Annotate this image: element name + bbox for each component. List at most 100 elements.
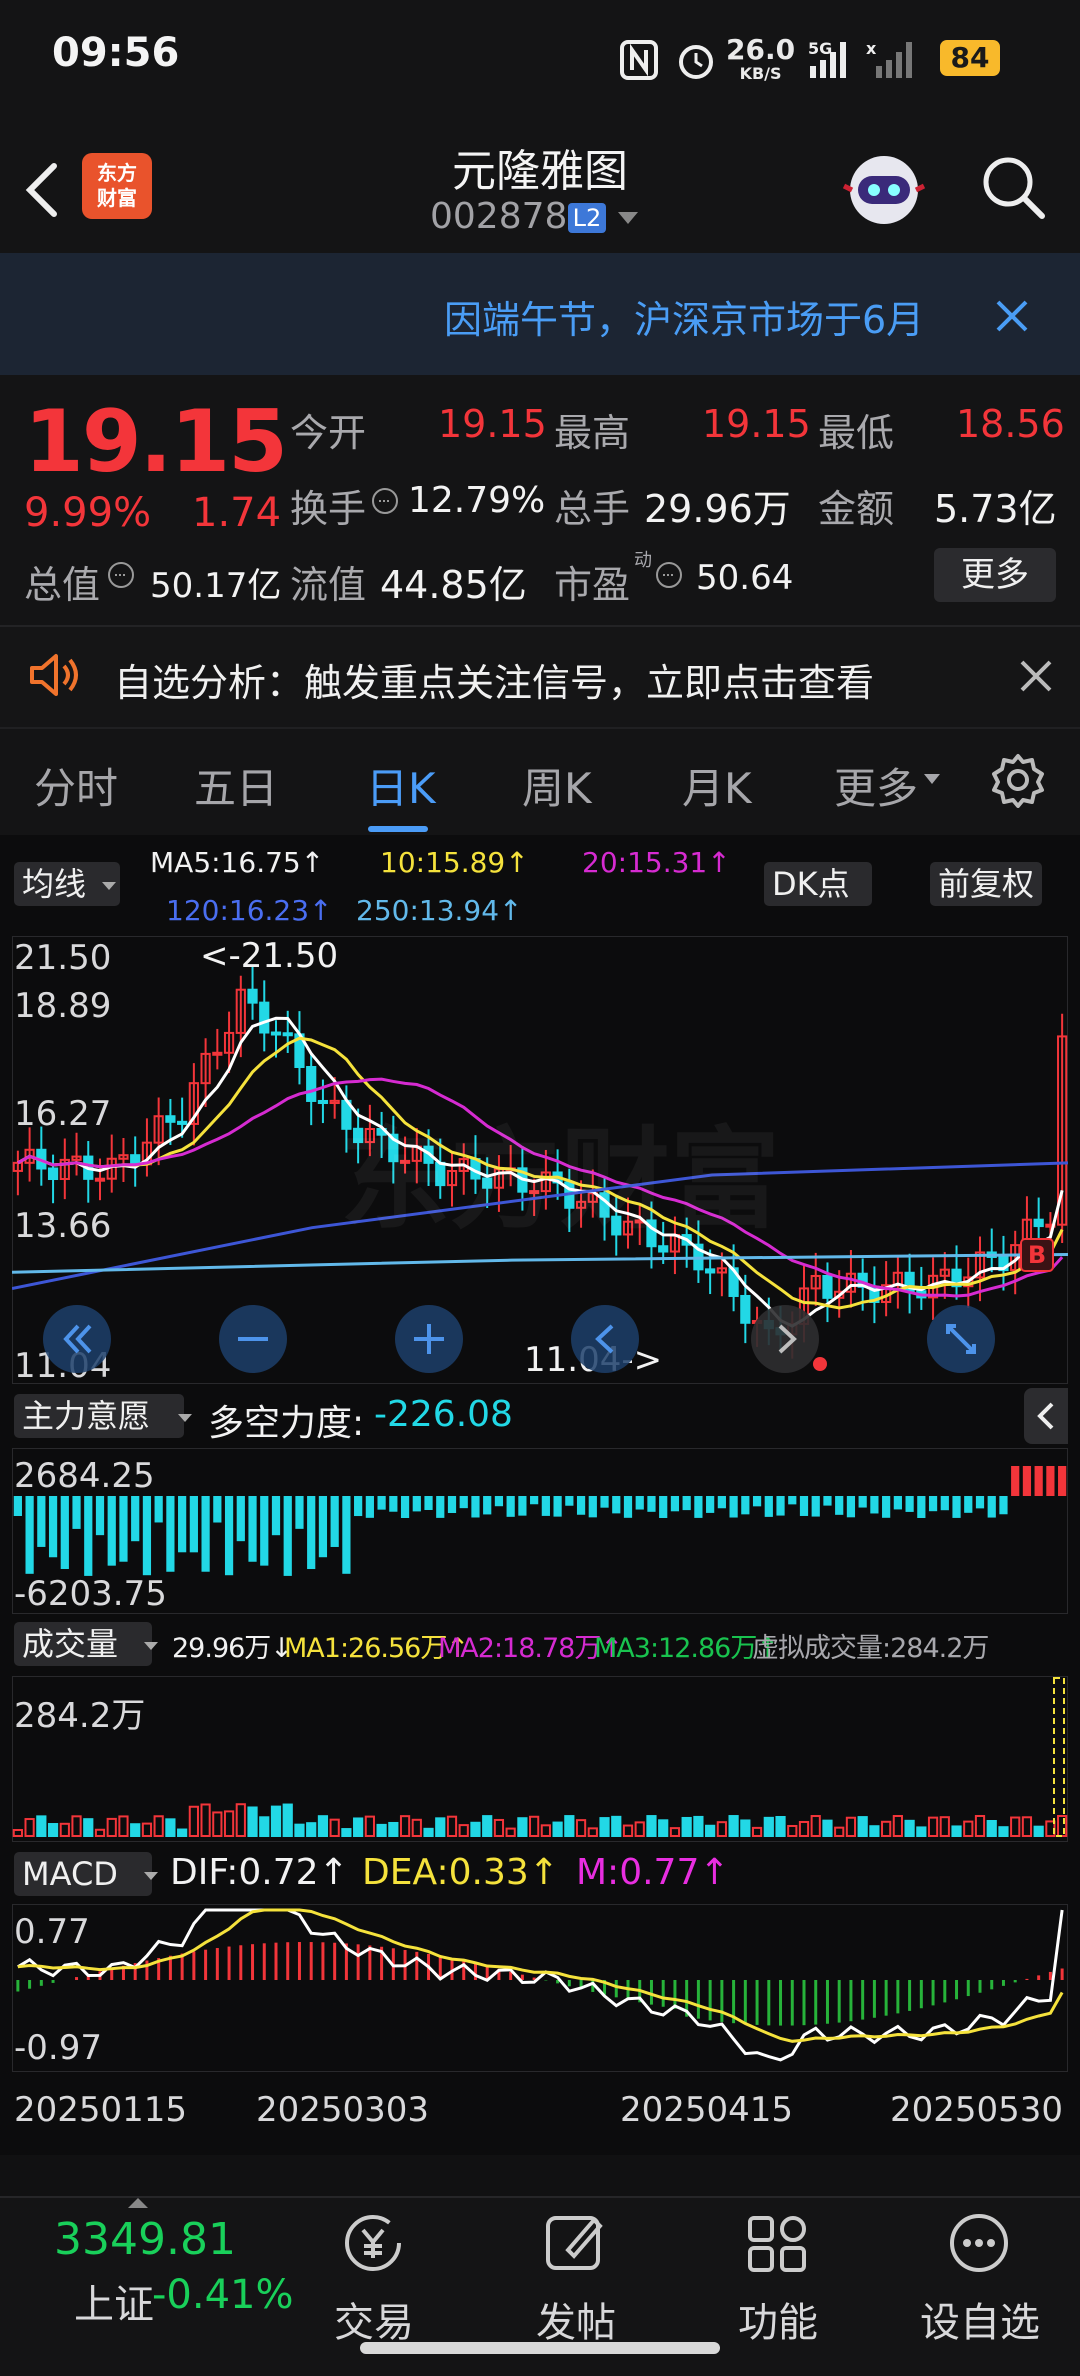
home-indicator [360, 2342, 720, 2354]
l2-badge[interactable]: L2 [568, 203, 606, 233]
scroll-left-fast-icon[interactable] [42, 1304, 112, 1374]
amount-label: 金额 [818, 487, 895, 531]
force-bar [236, 1496, 245, 1542]
force-bar [224, 1496, 234, 1576]
volume-bar [951, 1825, 962, 1837]
settings-gear-icon[interactable] [990, 752, 1046, 808]
volume-selector-button[interactable]: 成交量 [14, 1622, 153, 1666]
volume-chart[interactable] [12, 1676, 1068, 1842]
ma-selector-label: 均线 [22, 865, 87, 903]
nav-functions[interactable]: 功能 [708, 2290, 848, 2348]
macd-dropdown-icon[interactable] [142, 1870, 160, 1882]
nav-post[interactable]: 发帖 [506, 2290, 646, 2348]
close-notice-icon[interactable] [992, 296, 1032, 336]
force-dropdown-icon[interactable] [176, 1412, 194, 1424]
volume-bar [83, 1818, 94, 1837]
volume-bar [306, 1822, 317, 1837]
notice-text[interactable]: 因端午节，沪深京市场于6月 [444, 289, 964, 344]
close-signal-icon[interactable] [1018, 658, 1054, 694]
fullscreen-icon[interactable] [926, 1304, 996, 1374]
adjust-button[interactable]: 前复权 [930, 862, 1043, 906]
force-bar [13, 1496, 22, 1516]
volume-label: 总手 [554, 487, 631, 531]
force-bar [142, 1496, 152, 1576]
float-value: 44.85亿 [380, 563, 527, 607]
force-bar [459, 1496, 468, 1509]
info-icon[interactable] [106, 560, 136, 590]
stock-code[interactable]: 002878 [430, 196, 567, 237]
force-bar [776, 1496, 785, 1516]
open-label: 今开 [290, 411, 367, 455]
volume-bar [892, 1815, 903, 1838]
scroll-left-icon[interactable] [570, 1304, 640, 1374]
volume-bar [916, 1826, 927, 1838]
ma-dropdown-icon[interactable] [100, 880, 118, 892]
macd-selector-button[interactable]: MACD [14, 1852, 152, 1896]
functions-grid-icon[interactable] [742, 2208, 812, 2278]
force-bar [389, 1496, 398, 1512]
high-marker: <-21.50 [200, 936, 339, 976]
volume-bar [881, 1820, 892, 1837]
volume-bar [165, 1818, 176, 1837]
volume-max-label: 284.2万 [14, 1696, 146, 1736]
info-icon[interactable] [370, 486, 400, 516]
zoom-in-icon[interactable] [394, 1304, 464, 1374]
chevron-left-icon[interactable] [1032, 1400, 1060, 1432]
volume-bar [341, 1828, 352, 1837]
volume-bar [212, 1811, 223, 1837]
search-icon[interactable] [978, 152, 1048, 222]
more-button[interactable]: 更多 [934, 548, 1056, 602]
volume-bar [599, 1817, 610, 1838]
volume-bar [388, 1821, 399, 1837]
force-bar [377, 1496, 386, 1510]
force-chart[interactable] [12, 1448, 1068, 1614]
post-edit-icon[interactable] [540, 2208, 610, 2278]
info-icon[interactable] [654, 560, 684, 590]
watchlist-more-icon[interactable] [944, 2208, 1014, 2278]
force-bar [1058, 1466, 1067, 1496]
force-bar [659, 1496, 668, 1518]
code-dropdown-icon[interactable] [616, 210, 640, 226]
force-bar [189, 1496, 198, 1553]
volume-bar [611, 1815, 622, 1838]
tab-intraday[interactable]: 分时 [34, 755, 118, 816]
signal-text[interactable]: 自选分析：触发重点关注信号，立即点击查看 [114, 652, 874, 707]
index-value[interactable]: 3349.81 [54, 2214, 236, 2265]
trade-yen-icon[interactable] [338, 2208, 408, 2278]
tab-more-dropdown-icon[interactable] [922, 772, 942, 786]
tab-month-k[interactable]: 月K [682, 755, 752, 816]
nav-trade[interactable]: 交易 [304, 2290, 444, 2348]
tab-week-k[interactable]: 周K [522, 755, 592, 816]
volume-bar [188, 1805, 199, 1838]
candle-body [740, 1294, 751, 1324]
scroll-right-icon[interactable] [750, 1304, 820, 1374]
robot-assistant-icon[interactable] [842, 146, 926, 230]
force-selector-button[interactable]: 主力意愿 [14, 1394, 185, 1438]
volume-bar [106, 1817, 117, 1838]
tab-five-day[interactable]: 五日 [194, 755, 278, 816]
volume-bar [130, 1823, 141, 1838]
tab-more[interactable]: 更多 [834, 755, 918, 816]
volume-dropdown-icon[interactable] [142, 1640, 160, 1652]
nav-add-watchlist[interactable]: 设自选 [910, 2290, 1050, 2348]
force-bar [72, 1496, 81, 1529]
dk-point-button[interactable]: DK点 [764, 862, 872, 906]
macd-chart[interactable] [12, 1904, 1068, 2072]
zoom-out-icon[interactable] [218, 1304, 288, 1374]
volume-bar [716, 1821, 727, 1838]
force-bar [788, 1496, 797, 1505]
index-name[interactable]: 上证 [74, 2272, 154, 2330]
back-arrow-icon[interactable] [20, 160, 64, 220]
candle-body [259, 1001, 270, 1034]
force-bar [706, 1496, 715, 1513]
y-axis-3: 16.27 [14, 1094, 112, 1134]
index-expand-icon[interactable] [126, 2196, 150, 2210]
buy-signal-badge[interactable]: B [1020, 1238, 1054, 1272]
force-bar [283, 1496, 292, 1576]
current-price: 19.15 [24, 392, 288, 492]
volume-selector-label: 成交量 [22, 1625, 119, 1663]
force-bar [682, 1496, 691, 1511]
index-change[interactable]: -0.41% [152, 2272, 294, 2318]
force-bar [752, 1496, 762, 1507]
tab-day-k[interactable]: 日K [366, 755, 436, 816]
